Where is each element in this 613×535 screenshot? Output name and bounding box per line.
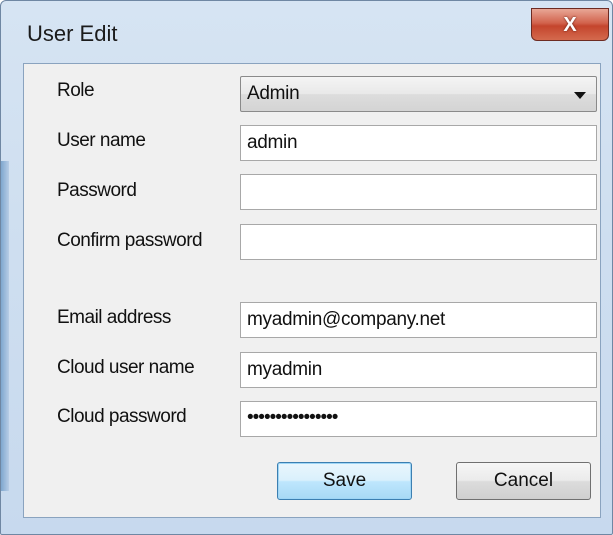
role-selected-value: Admin (247, 83, 300, 104)
email-label: Email address (57, 307, 171, 328)
user-edit-dialog: User Edit X Role Admin User name Passwor… (0, 0, 613, 535)
dropdown-arrow-icon (574, 92, 586, 99)
window-edge-shadow (1, 161, 9, 491)
title-bar[interactable]: User Edit X (9, 8, 609, 53)
dialog-body: Role Admin User name Password Confirm pa… (23, 63, 601, 518)
role-select[interactable]: Admin (240, 76, 597, 112)
password-input[interactable] (240, 174, 597, 210)
user-name-input[interactable] (240, 125, 597, 161)
save-button[interactable]: Save (277, 462, 412, 500)
confirm-password-label: Confirm password (57, 230, 203, 251)
password-label: Password (57, 180, 137, 201)
role-label: Role (57, 80, 95, 101)
close-icon: X (563, 13, 577, 36)
cancel-button[interactable]: Cancel (456, 462, 591, 500)
email-input[interactable] (240, 302, 597, 338)
cloud-password-label: Cloud password (57, 406, 187, 427)
confirm-password-input[interactable] (240, 224, 597, 260)
user-name-label: User name (57, 130, 146, 151)
close-button[interactable]: X (531, 8, 609, 41)
cloud-user-name-input[interactable] (240, 352, 597, 388)
window-title: User Edit (27, 21, 118, 46)
cloud-password-input[interactable] (240, 401, 597, 437)
cloud-user-name-label: Cloud user name (57, 357, 195, 378)
